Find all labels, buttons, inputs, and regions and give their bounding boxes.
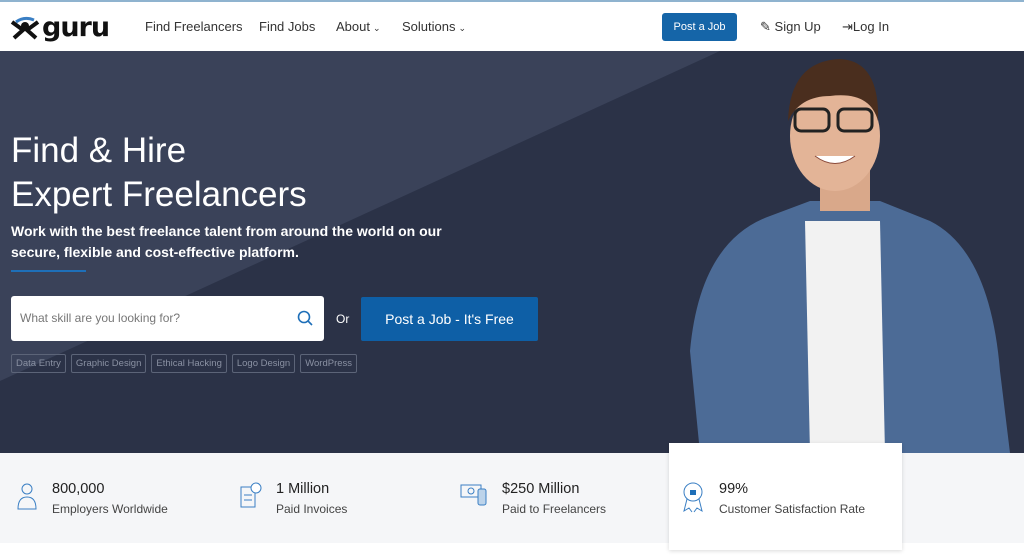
tag-data-entry[interactable]: Data Entry	[11, 354, 66, 373]
stat-value: 800,000	[52, 481, 105, 497]
log-in-link[interactable]: ⇥Log In	[842, 19, 889, 35]
post-job-free-button[interactable]: Post a Job - It's Free	[361, 297, 538, 341]
login-icon: ⇥	[842, 19, 853, 34]
stat-employers: 800,000 Employers Worldwide	[16, 481, 168, 516]
nav-find-jobs[interactable]: Find Jobs	[259, 19, 315, 34]
nav-solutions[interactable]: Solutions ⌄	[402, 19, 466, 34]
stat-satisfaction: 99% Customer Satisfaction Rate	[681, 481, 865, 516]
stat-label: Paid Invoices	[276, 502, 348, 516]
tag-wordpress[interactable]: WordPress	[300, 354, 358, 373]
title-line-1: Find & Hire	[11, 131, 187, 170]
nav-solutions-label: Solutions	[402, 19, 456, 34]
guru-logo[interactable]: guru	[10, 12, 110, 43]
skill-search-input[interactable]: What skill are you looking for?	[11, 296, 324, 341]
skill-tags: Data Entry Graphic Design Ethical Hackin…	[11, 354, 358, 373]
sign-up-link[interactable]: ✎ Sign Up	[760, 19, 821, 35]
or-label: Or	[336, 312, 350, 326]
money-icon	[460, 484, 487, 506]
stat-value: 1 Million	[276, 481, 330, 497]
employer-icon	[17, 483, 37, 510]
post-job-button[interactable]: Post a Job	[662, 13, 737, 41]
stat-label: Customer Satisfaction Rate	[719, 502, 866, 516]
satisfaction-card: 99% Customer Satisfaction Rate	[669, 443, 902, 550]
hero-title: Find & Hire Expert Freelancers	[11, 129, 307, 217]
award-badge-icon	[683, 482, 703, 513]
edit-icon: ✎	[760, 19, 771, 34]
stat-paid: $250 Million Paid to Freelancers	[460, 481, 606, 516]
freelancer-photo	[690, 59, 1010, 453]
search-icon[interactable]	[297, 310, 313, 326]
nav-find-freelancers[interactable]: Find Freelancers	[145, 19, 243, 34]
log-in-label: Log In	[852, 19, 890, 34]
stat-label: Paid to Freelancers	[502, 502, 607, 516]
tag-graphic-design[interactable]: Graphic Design	[70, 354, 147, 373]
invoice-icon	[240, 482, 262, 508]
chevron-down-icon: ⌄	[372, 23, 381, 33]
nav-about[interactable]: About ⌄	[336, 19, 381, 34]
title-line-2: Expert Freelancers	[11, 175, 307, 214]
stat-value: 99%	[719, 481, 749, 497]
divider	[11, 270, 86, 272]
hero-subtitle: Work with the best freelance talent from…	[11, 223, 442, 260]
tag-ethical-hacking[interactable]: Ethical Hacking	[151, 354, 227, 373]
tag-logo-design[interactable]: Logo Design	[231, 354, 296, 373]
navbar: guru Find Freelancers Find Jobs About ⌄ S…	[0, 2, 1024, 51]
stat-label: Employers Worldwide	[52, 502, 168, 516]
guru-person-icon	[10, 16, 40, 39]
hero-section: Find & Hire Expert Freelancers Work with …	[0, 51, 1024, 453]
stat-invoices: 1 Million Paid Invoices	[238, 481, 347, 516]
sign-up-label: Sign Up	[774, 19, 821, 34]
stat-value: $250 Million	[502, 481, 580, 497]
chevron-down-icon: ⌄	[458, 23, 467, 33]
search-placeholder: What skill are you looking for?	[20, 311, 181, 325]
nav-about-label: About	[336, 19, 370, 34]
